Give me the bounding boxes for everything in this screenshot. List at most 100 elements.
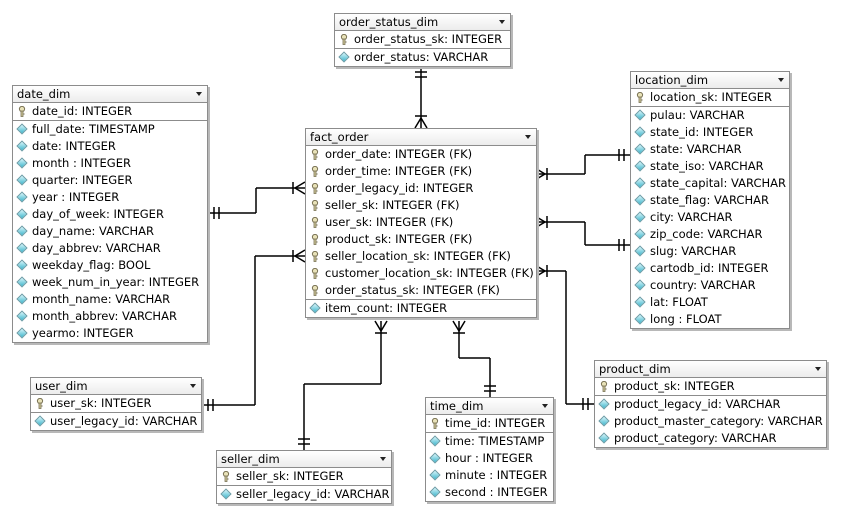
chevron-down-icon[interactable] [196, 92, 202, 96]
attribute-column-row[interactable]: lat: FLOAT [631, 294, 789, 311]
key-icon [310, 251, 320, 262]
relationship-order-status[interactable] [414, 66, 428, 129]
entity-date-dim[interactable]: date_dim date_id: INTEGER full_date: TIM… [12, 85, 208, 343]
entity-header[interactable]: seller_dim [217, 451, 391, 468]
key-column-row[interactable]: order_status_sk: INTEGER [335, 31, 510, 48]
attribute-column-row[interactable]: order_status: VARCHAR [335, 49, 510, 66]
attribute-column-row[interactable]: pulau: VARCHAR [631, 107, 789, 124]
key-column-row[interactable]: user_sk: INTEGER [31, 395, 201, 412]
attribute-column-row[interactable]: time: TIMESTAMP [426, 433, 553, 450]
key-column-row[interactable]: location_sk: INTEGER [631, 89, 789, 106]
relationship-time[interactable] [452, 320, 496, 397]
diamond-attribute-icon [635, 110, 645, 120]
key-column-row[interactable]: seller_sk: INTEGER [217, 468, 391, 485]
attribute-column-row[interactable]: product_legacy_id: VARCHAR [595, 396, 826, 413]
key-column-row[interactable]: date_id: INTEGER [13, 103, 207, 120]
chevron-down-icon[interactable] [815, 367, 821, 371]
attribute-column-row[interactable]: state_flag: VARCHAR [631, 192, 789, 209]
key-column-row[interactable]: product_sk: INTEGER [595, 378, 826, 395]
attribute-column-row[interactable]: month : INTEGER [13, 155, 207, 172]
attribute-column-row[interactable]: minute : INTEGER [426, 467, 553, 484]
diamond-attribute-icon [635, 314, 645, 324]
relationship-seller[interactable] [298, 320, 388, 450]
entity-header[interactable]: fact_order [306, 129, 536, 146]
column-label: order_status: VARCHAR [354, 50, 489, 64]
key-column-row[interactable]: order_time: INTEGER (FK) [306, 163, 536, 180]
entity-time-dim[interactable]: time_dim time_id: INTEGER time: TIMESTAM… [425, 397, 554, 502]
key-column-row[interactable]: order_date: INTEGER (FK) [306, 146, 536, 163]
column-label: product_sk: INTEGER (FK) [325, 232, 473, 246]
attribute-column-row[interactable]: product_category: VARCHAR [595, 430, 826, 447]
key-icon [17, 106, 27, 117]
attribute-column-row[interactable]: state_id: INTEGER [631, 124, 789, 141]
chevron-down-icon[interactable] [525, 135, 531, 139]
chevron-down-icon[interactable] [190, 384, 196, 388]
relationship-user[interactable] [202, 249, 306, 411]
attribute-column-row[interactable]: yearmo: INTEGER [13, 325, 207, 342]
entity-header[interactable]: product_dim [595, 361, 826, 378]
entity-title: fact_order [310, 130, 369, 144]
entity-header[interactable]: user_dim [31, 378, 201, 395]
attribute-column-row[interactable]: item_count: INTEGER [306, 300, 536, 317]
chevron-down-icon[interactable] [380, 457, 386, 461]
entity-location-dim[interactable]: location_dim location_sk: INTEGER pulau:… [630, 71, 790, 329]
relationship-product[interactable] [534, 264, 594, 410]
column-label: second : INTEGER [445, 485, 548, 499]
key-column-row[interactable]: seller_location_sk: INTEGER (FK) [306, 248, 536, 265]
key-column-row[interactable]: order_status_sk: INTEGER (FK) [306, 282, 536, 299]
entity-header[interactable]: order_status_dim [335, 14, 510, 31]
chevron-down-icon[interactable] [499, 20, 505, 24]
key-column-row[interactable]: seller_sk: INTEGER (FK) [306, 197, 536, 214]
attribute-column-row[interactable]: month_abbrev: VARCHAR [13, 308, 207, 325]
key-column-row[interactable]: customer_location_sk: INTEGER (FK) [306, 265, 536, 282]
attribute-column-row[interactable]: year : INTEGER [13, 189, 207, 206]
attribute-column-row[interactable]: day_abbrev: VARCHAR [13, 240, 207, 257]
entity-user-dim[interactable]: user_dim user_sk: INTEGER user_legacy_id… [30, 377, 202, 431]
column-label: city: VARCHAR [650, 210, 733, 224]
chevron-down-icon[interactable] [542, 404, 548, 408]
entity-header[interactable]: location_dim [631, 72, 789, 89]
attribute-column-row[interactable]: day_name: VARCHAR [13, 223, 207, 240]
attribute-column-row[interactable]: weekday_flag: BOOL [13, 257, 207, 274]
key-column-row[interactable]: order_legacy_id: INTEGER [306, 180, 536, 197]
attribute-column-row[interactable]: second : INTEGER [426, 484, 553, 501]
key-icon [35, 398, 45, 409]
attribute-column-row[interactable]: state_iso: VARCHAR [631, 158, 789, 175]
attribute-column-row[interactable]: seller_legacy_id: VARCHAR [217, 486, 391, 503]
attribute-column-row[interactable]: state_capital: VARCHAR [631, 175, 789, 192]
attribute-column-row[interactable]: state: VARCHAR [631, 141, 789, 158]
key-column-row[interactable]: user_sk: INTEGER (FK) [306, 214, 536, 231]
relationship-location-1[interactable] [534, 149, 630, 181]
relationship-date[interactable] [208, 181, 306, 219]
attribute-column-row[interactable]: hour : INTEGER [426, 450, 553, 467]
diamond-attribute-icon [430, 436, 440, 446]
attribute-column-row[interactable]: zip_code: VARCHAR [631, 226, 789, 243]
column-label: seller_sk: INTEGER (FK) [325, 198, 460, 212]
diamond-attribute-icon [635, 178, 645, 188]
entity-order-status-dim[interactable]: order_status_dim order_status_sk: INTEGE… [334, 13, 511, 67]
attribute-column-row[interactable]: quarter: INTEGER [13, 172, 207, 189]
attribute-column-row[interactable]: full_date: TIMESTAMP [13, 121, 207, 138]
attribute-column-row[interactable]: cartodb_id: INTEGER [631, 260, 789, 277]
attribute-column-row[interactable]: product_master_category: VARCHAR [595, 413, 826, 430]
key-section: order_date: INTEGER (FK) order_time: INTE… [306, 146, 536, 300]
attribute-column-row[interactable]: month_name: VARCHAR [13, 291, 207, 308]
attribute-column-row[interactable]: user_legacy_id: VARCHAR [31, 413, 201, 430]
key-column-row[interactable]: product_sk: INTEGER (FK) [306, 231, 536, 248]
relationship-location-2[interactable] [534, 215, 630, 251]
entity-seller-dim[interactable]: seller_dim seller_sk: INTEGER seller_leg… [216, 450, 392, 504]
attribute-column-row[interactable]: country: VARCHAR [631, 277, 789, 294]
entity-fact-order[interactable]: fact_order order_date: INTEGER (FK) order… [305, 128, 537, 318]
attribute-column-row[interactable]: city: VARCHAR [631, 209, 789, 226]
entity-product-dim[interactable]: product_dim product_sk: INTEGER product_… [594, 360, 827, 448]
key-column-row[interactable]: time_id: INTEGER [426, 415, 553, 432]
entity-header[interactable]: date_dim [13, 86, 207, 103]
attribute-column-row[interactable]: day_of_week: INTEGER [13, 206, 207, 223]
chevron-down-icon[interactable] [778, 78, 784, 82]
attribute-column-row[interactable]: date: INTEGER [13, 138, 207, 155]
attribute-column-row[interactable]: week_num_in_year: INTEGER [13, 274, 207, 291]
entity-header[interactable]: time_dim [426, 398, 553, 415]
column-label: yearmo: INTEGER [32, 326, 134, 340]
attribute-column-row[interactable]: slug: VARCHAR [631, 243, 789, 260]
attribute-column-row[interactable]: long : FLOAT [631, 311, 789, 328]
